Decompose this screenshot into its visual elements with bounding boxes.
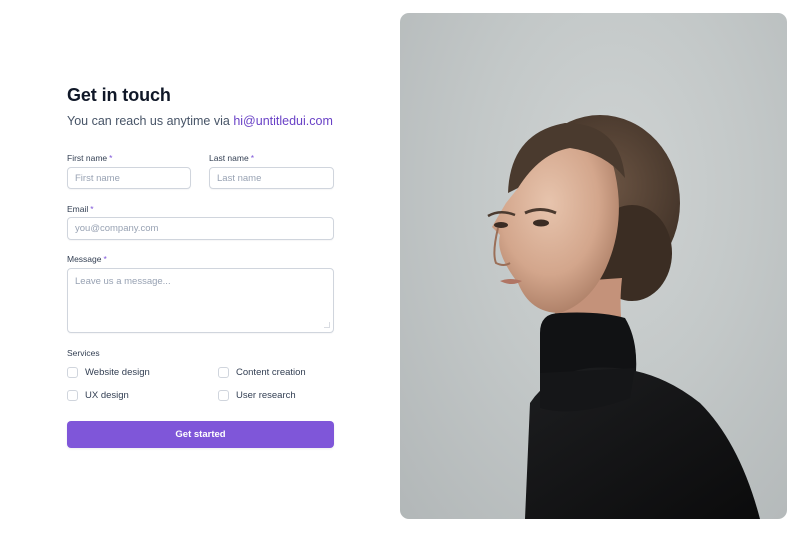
required-mark: * [109,153,113,163]
message-textarea[interactable] [67,268,334,333]
get-started-button[interactable]: Get started [67,421,334,448]
checkbox[interactable] [67,367,78,378]
message-label: Message * [67,254,107,264]
subtitle-text: You can reach us anytime via [67,114,230,128]
checkbox[interactable] [218,367,229,378]
checkbox[interactable] [67,390,78,401]
first-name-label: First name * [67,153,113,163]
required-mark: * [90,204,94,214]
email-input[interactable] [67,217,334,240]
last-name-input[interactable] [209,167,334,189]
portrait-illustration [487,115,760,519]
required-mark: * [250,153,255,163]
first-name-input[interactable] [67,167,191,189]
service-option-ux-design[interactable]: UX design [67,390,129,401]
checkbox[interactable] [218,390,229,401]
required-mark: * [103,254,107,264]
page-subtitle: You can reach us anytime via hi@untitled… [67,114,333,128]
services-label: Services [67,348,100,358]
resize-handle-icon[interactable] [324,322,330,328]
email-link[interactable]: hi@untitledui.com [233,114,333,128]
page-title: Get in touch [67,85,171,105]
last-name-label: Last name * [209,153,255,163]
service-option-label: UX design [85,390,129,401]
email-label: Email * [67,204,94,214]
service-option-label: User research [236,390,296,401]
portrait-photo [400,13,787,519]
service-option-label: Content creation [236,367,306,378]
service-option-content-creation[interactable]: Content creation [218,367,306,378]
service-option-user-research[interactable]: User research [218,390,296,401]
contact-form-panel: Get in touch You can reach us anytime vi… [67,0,334,533]
service-option-website-design[interactable]: Website design [67,367,150,378]
service-option-label: Website design [85,367,150,378]
